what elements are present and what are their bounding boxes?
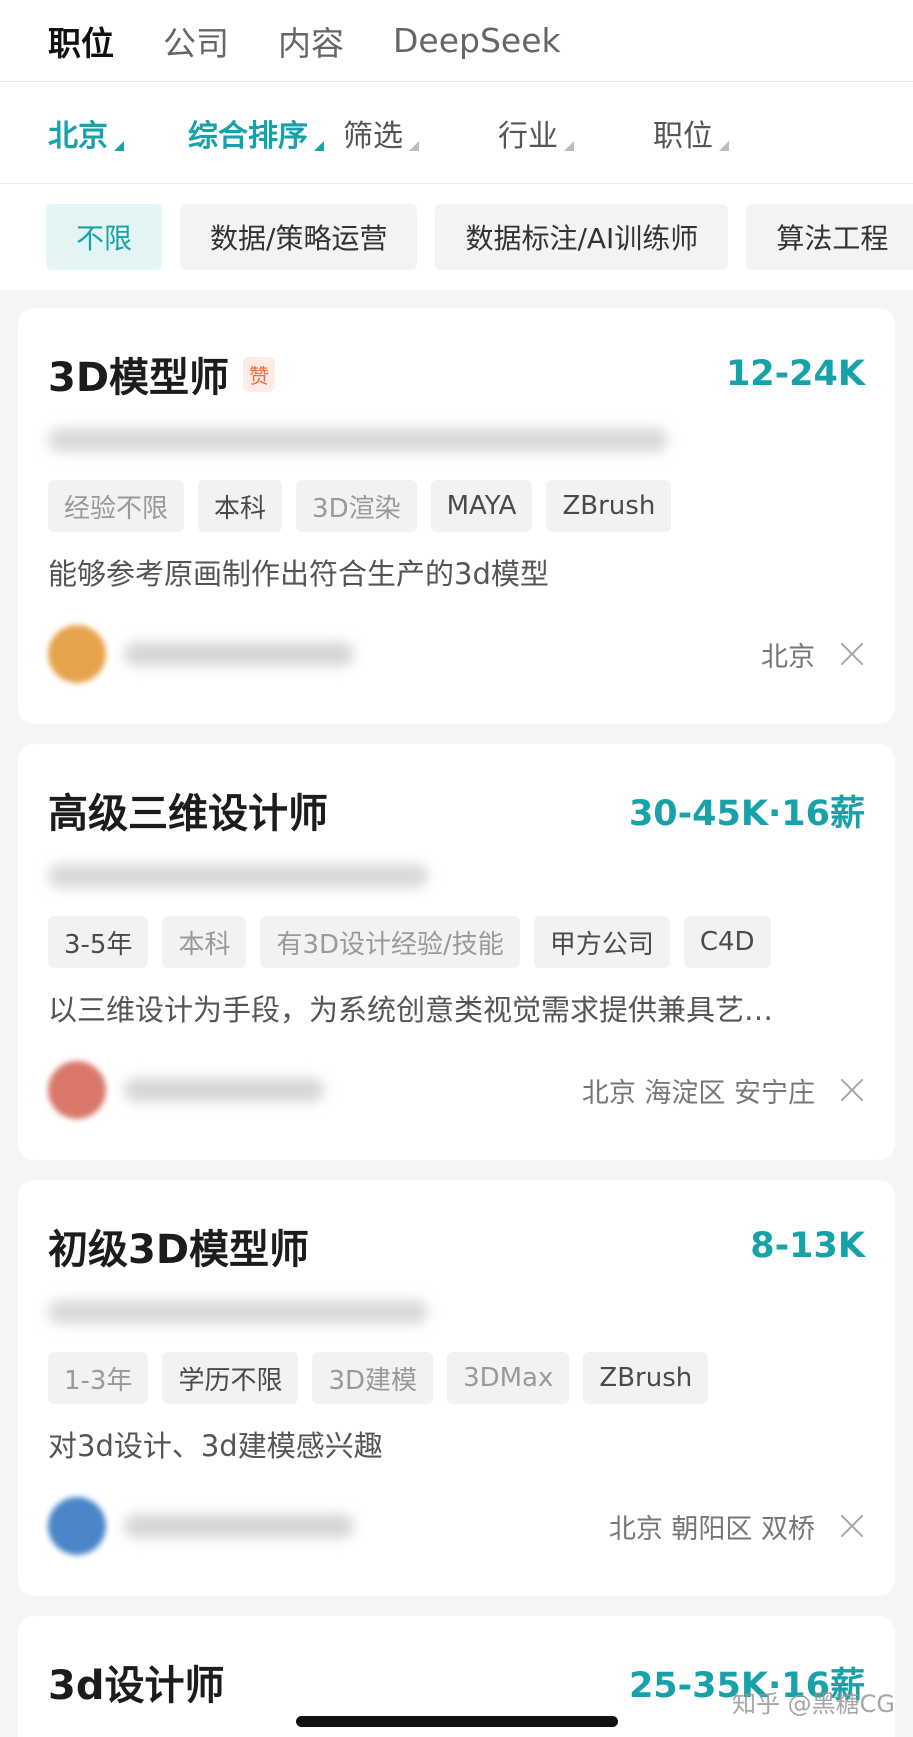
job-card[interactable]: 高级三维设计师 30-45K·16薪 3-5年 本科 有3D设计经验/技能 甲方… bbox=[18, 744, 895, 1160]
tab-content[interactable]: 内容 bbox=[278, 17, 344, 65]
avatar bbox=[48, 625, 106, 683]
blurred-recruiter-name bbox=[124, 1078, 324, 1102]
tab-companies[interactable]: 公司 bbox=[163, 17, 229, 65]
dropdown-triangle-icon bbox=[314, 140, 324, 151]
position-filter[interactable]: 职位 bbox=[653, 111, 729, 155]
job-tag: 经验不限 bbox=[48, 480, 185, 532]
watermark: 知乎 @黑糖CG bbox=[732, 1690, 895, 1718]
filter-bar: 北京 综合排序 筛选 行业 职位 bbox=[0, 82, 913, 184]
job-tag: 本科 bbox=[198, 480, 283, 532]
close-icon[interactable] bbox=[839, 641, 865, 667]
job-tag: 3D渲染 bbox=[296, 480, 417, 532]
job-tags: 1-3年 学历不限 3D建模 3DMax ZBrush bbox=[48, 1352, 865, 1404]
chip-algorithm[interactable]: 算法工程 bbox=[746, 204, 913, 270]
industry-filter-label: 行业 bbox=[498, 118, 558, 154]
tab-jobs[interactable]: 职位 bbox=[48, 17, 114, 65]
blurred-recruiter-name bbox=[124, 642, 354, 666]
chip-unlimited[interactable]: 不限 bbox=[46, 204, 163, 270]
job-tags: 经验不限 本科 3D渲染 MAYA ZBrush bbox=[48, 480, 865, 532]
job-tag: 3DMax bbox=[447, 1352, 570, 1404]
job-card[interactable]: 3D模型师 赞 12-24K 经验不限 本科 3D渲染 MAYA ZBrush … bbox=[18, 308, 895, 724]
recruiter-info bbox=[48, 625, 354, 683]
blurred-company-text bbox=[48, 428, 668, 452]
dropdown-triangle-icon bbox=[564, 140, 574, 151]
job-tags: 3-5年 本科 有3D设计经验/技能 甲方公司 C4D bbox=[48, 916, 865, 968]
job-tag: 学历不限 bbox=[162, 1352, 299, 1404]
close-icon[interactable] bbox=[839, 1077, 865, 1103]
avatar bbox=[48, 1061, 106, 1119]
avatar bbox=[48, 1497, 106, 1555]
dropdown-triangle-icon bbox=[719, 140, 729, 151]
job-location: 北京 bbox=[761, 641, 815, 673]
job-title-wrap: 初级3D模型师 bbox=[48, 1217, 309, 1275]
sort-filter[interactable]: 综合排序 bbox=[188, 111, 343, 155]
company-info bbox=[48, 854, 865, 898]
job-list: 3D模型师 赞 12-24K 经验不限 本科 3D渲染 MAYA ZBrush … bbox=[0, 290, 913, 1737]
category-chip-bar: 不限 数据/策略运营 数据标注/AI训练师 算法工程 bbox=[0, 184, 913, 290]
job-tag: 本科 bbox=[162, 916, 247, 968]
job-tag: ZBrush bbox=[546, 480, 672, 532]
job-title: 高级三维设计师 bbox=[48, 791, 328, 837]
salary: 12-24K bbox=[725, 354, 865, 394]
company-info bbox=[48, 1290, 865, 1334]
blurred-company-text bbox=[48, 1300, 428, 1324]
recruiter-info bbox=[48, 1061, 324, 1119]
chip-data-ops[interactable]: 数据/策略运营 bbox=[180, 204, 418, 270]
dropdown-triangle-icon bbox=[114, 140, 124, 151]
company-info bbox=[48, 418, 865, 462]
job-tag: 3-5年 bbox=[48, 916, 149, 968]
job-title-wrap: 3D模型师 赞 bbox=[48, 345, 276, 403]
tab-deepseek[interactable]: DeepSeek bbox=[393, 21, 561, 60]
job-card[interactable]: 初级3D模型师 8-13K 1-3年 学历不限 3D建模 3DMax ZBrus… bbox=[18, 1180, 895, 1596]
job-title-wrap: 高级三维设计师 bbox=[48, 781, 328, 839]
sort-filter-label: 综合排序 bbox=[188, 118, 308, 154]
industry-filter[interactable]: 行业 bbox=[498, 111, 653, 155]
job-location: 北京 海淀区 安宁庄 bbox=[581, 1077, 815, 1109]
job-tag: 3D建模 bbox=[312, 1352, 434, 1404]
job-description: 对3d设计、3d建模感兴趣 bbox=[48, 1429, 383, 1463]
close-icon[interactable] bbox=[839, 1513, 865, 1539]
job-tag: 有3D设计经验/技能 bbox=[260, 916, 520, 968]
recruiter-info bbox=[48, 1497, 354, 1555]
job-tag: MAYA bbox=[430, 480, 533, 532]
top-tab-bar: 职位 公司 内容 DeepSeek bbox=[0, 0, 913, 82]
job-tag: 1-3年 bbox=[48, 1352, 149, 1404]
chip-data-labeling[interactable]: 数据标注/AI训练师 bbox=[435, 204, 729, 270]
salary: 8-13K bbox=[750, 1226, 865, 1266]
job-description: 能够参考原画制作出符合生产的3d模型 bbox=[48, 557, 549, 591]
job-tag: 甲方公司 bbox=[533, 916, 670, 968]
job-title: 初级3D模型师 bbox=[48, 1227, 310, 1273]
job-title: 3d设计师 bbox=[48, 1663, 225, 1709]
job-title: 3D模型师 bbox=[48, 355, 230, 401]
screen-filter[interactable]: 筛选 bbox=[343, 111, 498, 155]
dropdown-triangle-icon bbox=[409, 140, 419, 151]
job-description: 以三维设计为手段，为系统创意类视觉需求提供兼具艺… bbox=[48, 993, 774, 1027]
job-tag: ZBrush bbox=[583, 1352, 709, 1404]
city-filter[interactable]: 北京 bbox=[48, 111, 188, 155]
salary: 30-45K·16薪 bbox=[628, 793, 865, 834]
job-tag: C4D bbox=[683, 916, 771, 968]
screen-filter-label: 筛选 bbox=[343, 118, 403, 154]
blurred-recruiter-name bbox=[124, 1514, 354, 1538]
blurred-company-text bbox=[48, 864, 428, 888]
position-filter-label: 职位 bbox=[653, 118, 713, 154]
job-location: 北京 朝阳区 双桥 bbox=[608, 1513, 815, 1545]
praise-badge: 赞 bbox=[243, 356, 276, 392]
city-filter-label: 北京 bbox=[48, 118, 108, 154]
home-indicator[interactable] bbox=[296, 1716, 618, 1727]
job-title-wrap: 3d设计师 bbox=[48, 1653, 224, 1711]
